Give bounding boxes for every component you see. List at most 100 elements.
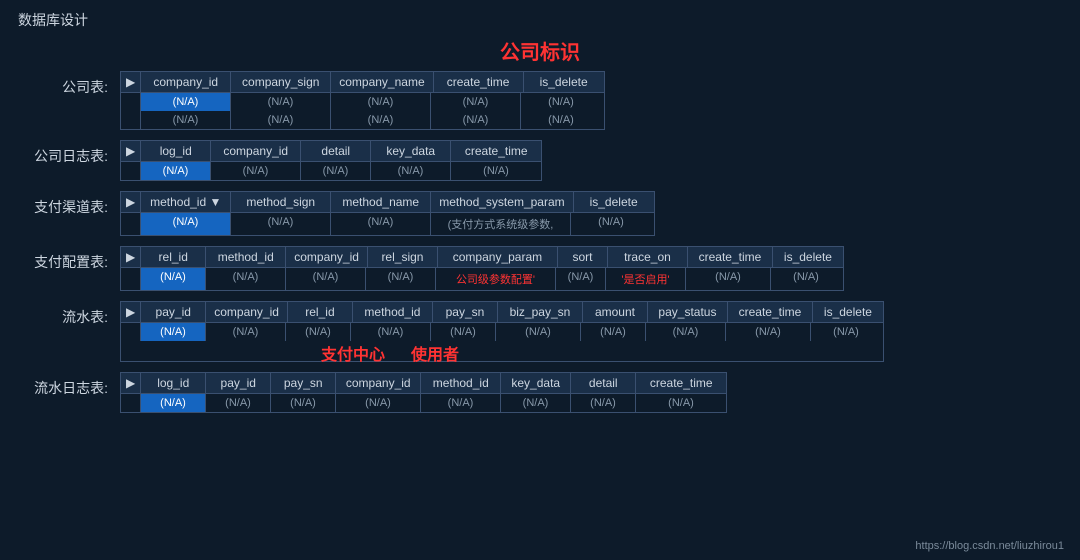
db-table-2: ▶method_id ▼method_signmethod_namemethod… <box>120 191 655 236</box>
column-header-3: rel_sign <box>368 247 438 267</box>
row-arrow-icon: ▶ <box>121 302 141 322</box>
row-arrow-icon: ▶ <box>121 141 141 161</box>
table-header-5: ▶log_idpay_idpay_sncompany_idmethod_idke… <box>121 373 726 394</box>
table-cell: (N/A) <box>141 93 231 111</box>
column-header-0: log_id <box>141 373 206 393</box>
column-header-3: key_data <box>371 141 451 161</box>
table-cell: (N/A) <box>521 93 601 111</box>
table-cell: (N/A) <box>141 323 206 341</box>
column-header-0: method_id ▼ <box>141 192 231 212</box>
table-cell: (N/A) <box>521 111 601 129</box>
row-spacer <box>121 394 141 412</box>
table-section-2: 支付渠道表: ▶method_id ▼method_signmethod_name… <box>18 191 1062 236</box>
db-table-5: ▶log_idpay_idpay_sncompany_idmethod_idke… <box>120 372 727 413</box>
column-header-3: method_system_param <box>431 192 573 212</box>
table-cell: (N/A) <box>431 93 521 111</box>
column-header-8: create_time <box>728 302 813 322</box>
table-header-0: ▶company_idcompany_signcompany_namecreat… <box>121 72 604 93</box>
column-header-0: company_id <box>141 72 231 92</box>
table-cell: (N/A) <box>571 213 651 235</box>
table-cell: (N/A) <box>141 162 211 180</box>
table-label-2: 支付渠道表: <box>18 191 108 217</box>
table-cell: (N/A) <box>726 323 811 341</box>
table-cell: (N/A) <box>581 323 646 341</box>
center-label-text: 使用者 <box>411 341 459 365</box>
column-header-4: method_id <box>421 373 501 393</box>
column-header-2: method_name <box>331 192 431 212</box>
table-header-4: ▶pay_idcompany_idrel_idmethod_idpay_snbi… <box>121 302 883 323</box>
column-header-3: create_time <box>434 72 524 92</box>
table-cell: (N/A) <box>301 162 371 180</box>
center-label-text: 支付中心 <box>321 341 385 365</box>
row-arrow-icon: ▶ <box>121 192 141 212</box>
column-header-1: company_sign <box>231 72 331 92</box>
row-spacer <box>121 323 141 341</box>
column-header-6: amount <box>583 302 648 322</box>
table-cell: (N/A) <box>556 268 606 290</box>
table-cell: (N/A) <box>286 323 351 341</box>
column-header-5: key_data <box>501 373 571 393</box>
table-cell: (N/A) <box>331 213 431 235</box>
db-table-4: ▶pay_idcompany_idrel_idmethod_idpay_snbi… <box>120 301 884 362</box>
table-cell: (N/A) <box>636 394 726 412</box>
table-cell: (N/A) <box>331 111 431 129</box>
table-row: (N/A)(N/A)(N/A)(支付方式系统级参数,(N/A) <box>121 213 654 235</box>
table-section-5: 流水日志表: ▶log_idpay_idpay_sncompany_idmetho… <box>18 372 1062 413</box>
row-arrow-icon: ▶ <box>121 72 141 92</box>
table-cell: (N/A) <box>206 323 286 341</box>
column-header-4: create_time <box>451 141 541 161</box>
column-header-4: is_delete <box>524 72 604 92</box>
column-header-3: company_id <box>336 373 421 393</box>
center-label: 公司标识 <box>18 36 1062 65</box>
table-cell: '是否启用' <box>606 268 686 290</box>
table-cell: (N/A) <box>646 323 726 341</box>
table-label-1: 公司日志表: <box>18 140 108 166</box>
row-spacer <box>121 93 141 111</box>
column-header-1: method_id <box>206 247 286 267</box>
table-label-5: 流水日志表: <box>18 372 108 398</box>
table-cell: (N/A) <box>211 162 301 180</box>
table-header-2: ▶method_id ▼method_signmethod_namemethod… <box>121 192 654 213</box>
column-header-2: rel_id <box>288 302 353 322</box>
table-row: (N/A)(N/A)(N/A)(N/A)(N/A) <box>121 111 604 129</box>
table-cell: (N/A) <box>141 268 206 290</box>
table-cell: (N/A) <box>271 394 336 412</box>
table-cell: (N/A) <box>351 323 431 341</box>
table-cell: (N/A) <box>451 162 541 180</box>
column-header-0: log_id <box>141 141 211 161</box>
column-header-4: company_param <box>438 247 558 267</box>
column-header-7: create_time <box>636 373 726 393</box>
column-header-1: company_id <box>211 141 301 161</box>
column-header-4: is_delete <box>574 192 654 212</box>
table-header-1: ▶log_idcompany_iddetailkey_datacreate_ti… <box>121 141 541 162</box>
table-cell: (N/A) <box>206 394 271 412</box>
db-table-3: ▶rel_idmethod_idcompany_idrel_signcompan… <box>120 246 844 291</box>
page-title: 数据库设计 <box>0 0 1080 36</box>
table-cell: (N/A) <box>431 111 521 129</box>
table-label-0: 公司表: <box>18 71 108 97</box>
table-cell: (N/A) <box>371 162 451 180</box>
column-header-9: is_delete <box>813 302 883 322</box>
table-cell: (N/A) <box>496 323 581 341</box>
table-cell: (N/A) <box>571 394 636 412</box>
footer-url: https://blog.csdn.net/liuzhirou1 <box>915 540 1064 552</box>
table-cell: 公司级参数配置' <box>436 268 556 290</box>
column-header-2: company_id <box>286 247 368 267</box>
table-row: (N/A)(N/A)(N/A)(N/A)(N/A) <box>121 162 541 180</box>
table-section-3: 支付配置表:▶rel_idmethod_idcompany_idrel_sign… <box>18 246 1062 291</box>
table-cell: (N/A) <box>686 268 771 290</box>
column-header-6: trace_on <box>608 247 688 267</box>
table-cell: (N/A) <box>331 93 431 111</box>
table-cell: (支付方式系统级参数, <box>431 213 571 235</box>
row-spacer <box>121 162 141 180</box>
column-header-0: rel_id <box>141 247 206 267</box>
table-cell: (N/A) <box>811 323 881 341</box>
table-cell: (N/A) <box>141 213 231 235</box>
db-table-0: ▶company_idcompany_signcompany_namecreat… <box>120 71 605 130</box>
table-cell: (N/A) <box>141 394 206 412</box>
column-header-0: pay_id <box>141 302 206 322</box>
column-header-2: pay_sn <box>271 373 336 393</box>
table-cell: (N/A) <box>231 93 331 111</box>
table-section-4: 流水表:▶pay_idcompany_idrel_idmethod_idpay_… <box>18 301 1062 362</box>
column-header-2: detail <box>301 141 371 161</box>
